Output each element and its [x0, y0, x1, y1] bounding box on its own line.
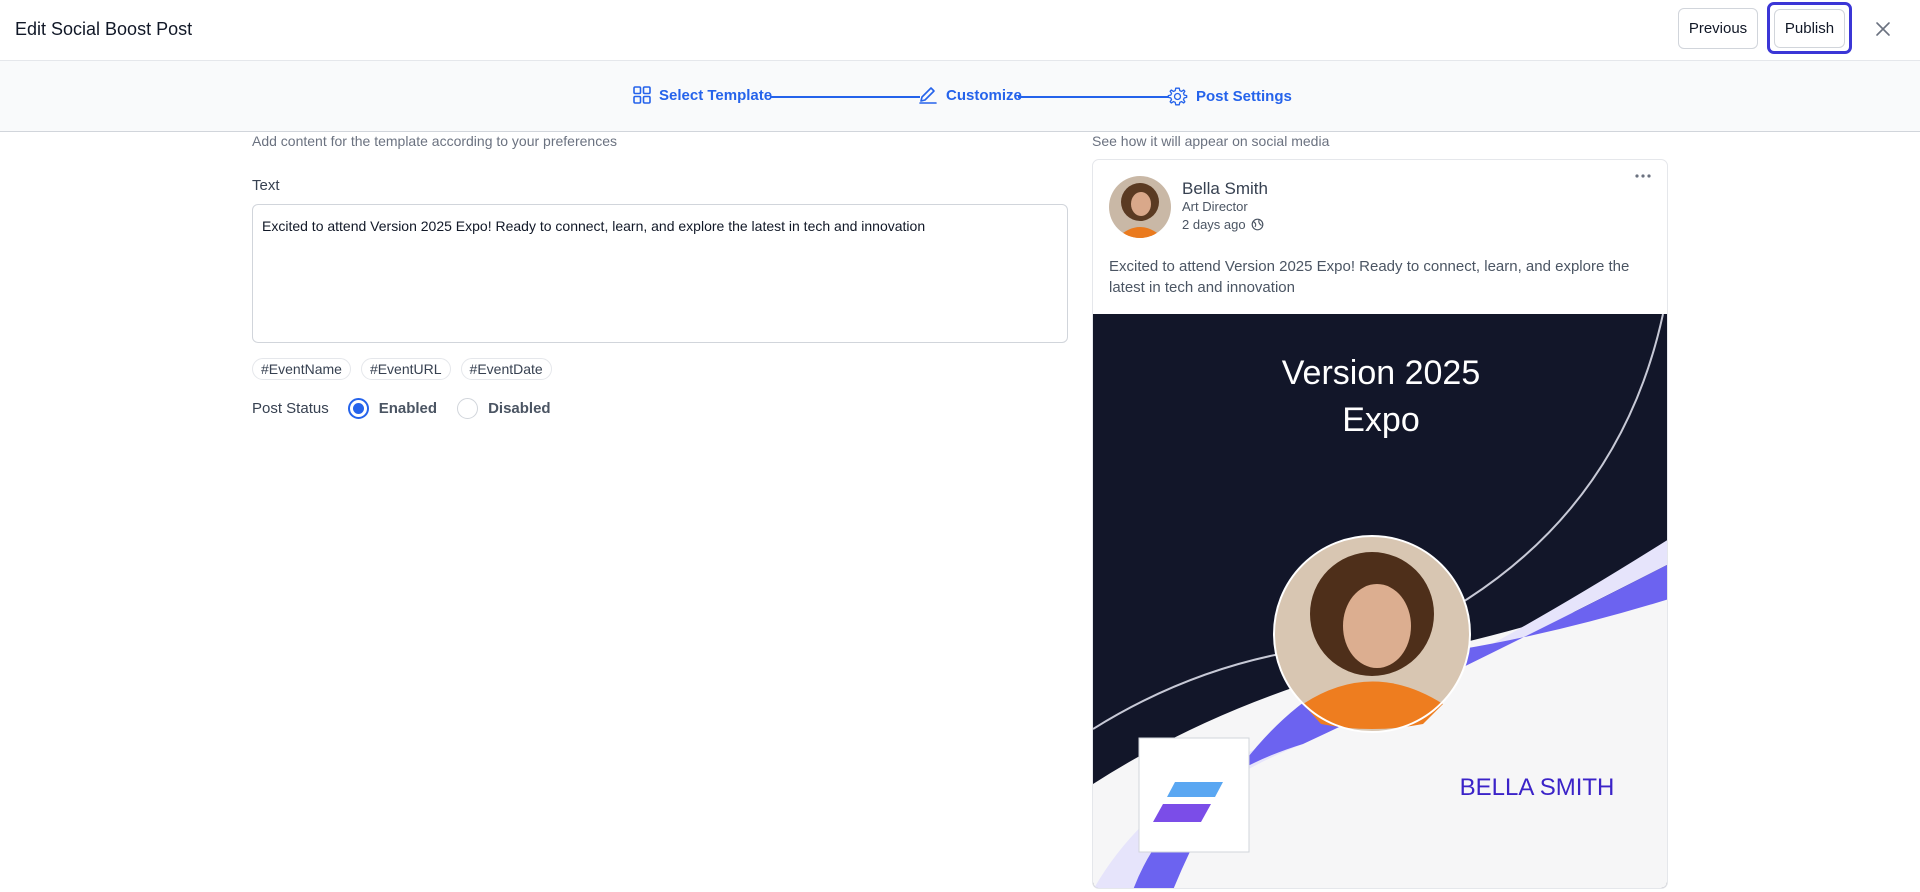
- banner-person-name: BELLA SMITH: [1460, 774, 1615, 801]
- author-role: Art Director: [1182, 199, 1248, 214]
- chip-event-name[interactable]: #EventName: [252, 358, 351, 380]
- step-post-settings[interactable]: Post Settings: [1167, 86, 1292, 107]
- stepper: Select Template Customize Post Settings: [0, 61, 1920, 132]
- post-status-row: Post Status Enabled Disabled: [252, 396, 551, 420]
- more-options-icon[interactable]: [1634, 173, 1652, 179]
- close-icon[interactable]: [1872, 18, 1894, 40]
- grid-icon: [633, 86, 651, 104]
- text-field-label: Text: [252, 177, 280, 194]
- step-label: Post Settings: [1196, 88, 1292, 105]
- step-connector: [770, 96, 920, 98]
- preview-description: See how it will appear on social media: [1092, 133, 1330, 149]
- previous-button[interactable]: Previous: [1678, 8, 1758, 49]
- chip-event-date[interactable]: #EventDate: [460, 358, 552, 380]
- post-text: Excited to attend Version 2025 Expo! Rea…: [1109, 258, 1630, 296]
- radio-enabled[interactable]: [347, 397, 369, 419]
- gear-icon: [1167, 87, 1188, 106]
- post-text-input[interactable]: Excited to attend Version 2025 Expo! Rea…: [252, 204, 1068, 343]
- radio-disabled[interactable]: [457, 397, 479, 419]
- radio-disabled-label[interactable]: Disabled: [488, 400, 551, 417]
- pencil-icon: [919, 87, 937, 104]
- post-status-label: Post Status: [252, 399, 329, 417]
- event-banner-image: Version 2025 Expo BELLA SMITH: [1093, 314, 1667, 888]
- step-label: Select Template: [659, 86, 773, 104]
- author-name: Bella Smith: [1182, 179, 1268, 198]
- banner-title-line1: Version 2025: [1282, 354, 1481, 392]
- step-label: Customize: [946, 86, 1022, 104]
- globe-icon: [1251, 218, 1264, 231]
- chip-event-url[interactable]: #EventURL: [360, 358, 451, 380]
- posted-time-text: 2 days ago: [1182, 217, 1246, 232]
- posted-time: 2 days ago: [1182, 217, 1264, 232]
- avatar: [1109, 176, 1171, 238]
- header-bar: Edit Social Boost Post Previous Publish: [0, 0, 1920, 61]
- step-connector: [1018, 96, 1168, 98]
- banner-title-line2: Expo: [1342, 401, 1420, 439]
- form-description: Add content for the template according t…: [252, 133, 617, 149]
- radio-enabled-label[interactable]: Enabled: [379, 400, 437, 417]
- variable-chips: #EventName #EventURL #EventDate: [252, 358, 552, 380]
- publish-button[interactable]: Publish: [1774, 9, 1845, 48]
- step-select-template[interactable]: Select Template: [633, 86, 772, 104]
- page-title: Edit Social Boost Post: [15, 19, 193, 39]
- brand-logo-shape: [1167, 782, 1223, 797]
- social-post-preview: Bella Smith Art Director 2 days ago Exci…: [1092, 159, 1668, 889]
- step-customize[interactable]: Customize: [918, 86, 1022, 104]
- brand-logo-shape: [1153, 804, 1211, 822]
